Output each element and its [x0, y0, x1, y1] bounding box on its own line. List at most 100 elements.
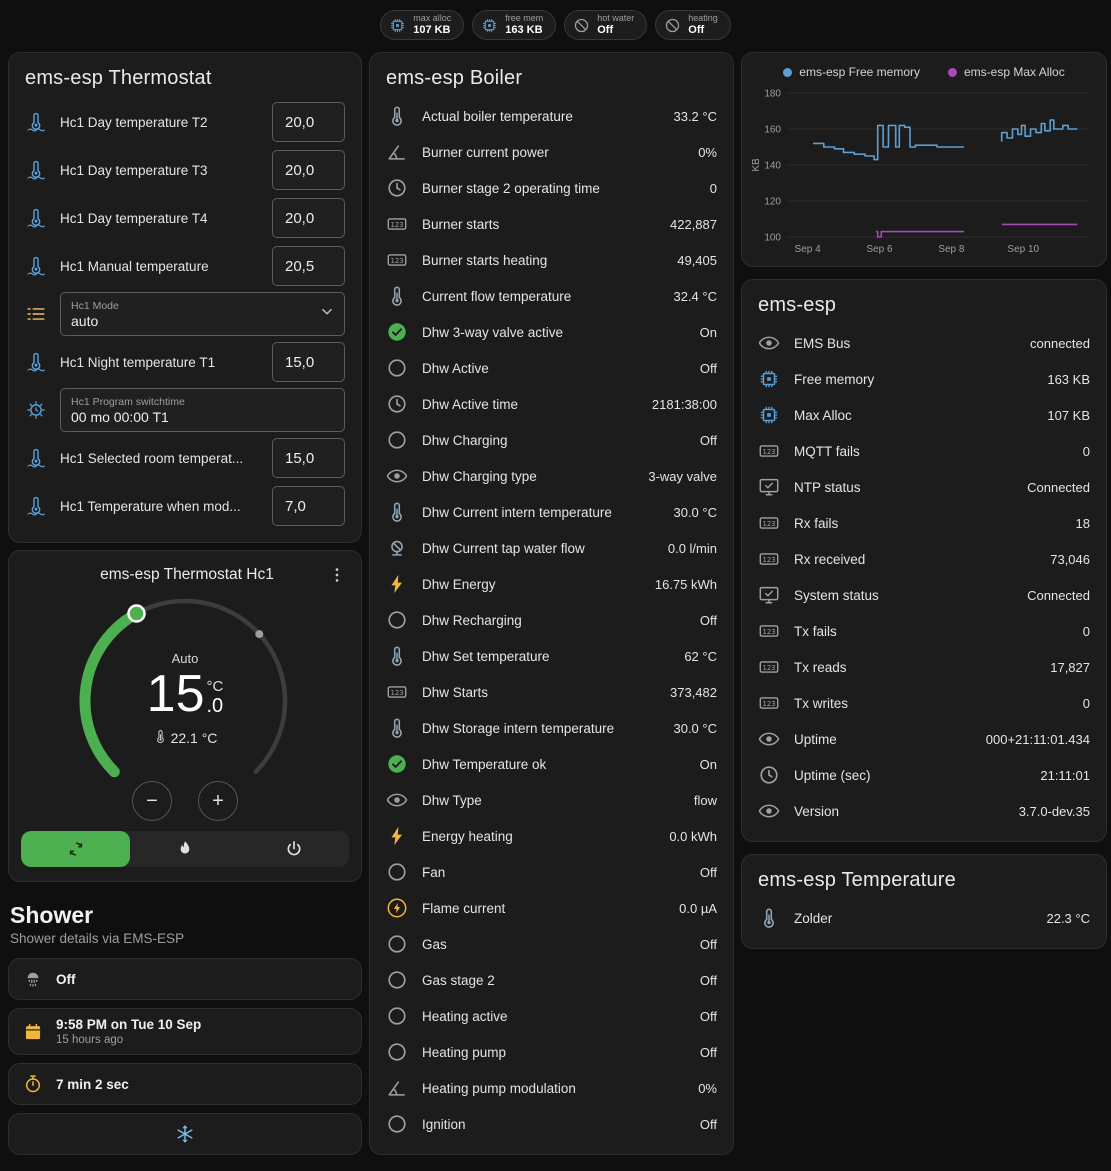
badge-hot-water[interactable]: hot water Off [564, 10, 647, 40]
dial-setpoint-handle[interactable] [129, 606, 145, 622]
entity-row[interactable]: 123 Rx fails 18 [758, 505, 1090, 541]
entity-label: Dhw Charging type [422, 469, 634, 484]
entity-row[interactable]: Max Alloc 107 KB [758, 397, 1090, 433]
entity-row[interactable]: Heating pump modulation 0% [386, 1070, 717, 1106]
entity-row[interactable]: Dhw Temperature ok On [386, 746, 717, 782]
badge-max-alloc[interactable]: max alloc 107 KB [380, 10, 464, 40]
entity-row[interactable]: Version 3.7.0-dev.35 [758, 793, 1090, 829]
entity-row[interactable]: Burner stage 2 operating time 0 [386, 170, 717, 206]
entity-row[interactable]: 123 Rx received 73,046 [758, 541, 1090, 577]
entity-row[interactable]: Current flow temperature 32.4 °C [386, 278, 717, 314]
thermostat-row: Hc1 Night temperature T1 15,0 [25, 338, 345, 386]
entity-row[interactable]: Uptime (sec) 21:11:01 [758, 757, 1090, 793]
target-temp-decimal: .0 [207, 695, 224, 717]
shower-card[interactable]: 9:58 PM on Tue 10 Sep 15 hours ago [8, 1008, 362, 1055]
hvac-mode-button-power[interactable] [240, 831, 349, 867]
increase-temp-button[interactable]: + [198, 781, 238, 821]
entity-label: Zolder [794, 911, 1032, 926]
entity-row[interactable]: Zolder 22.3 °C [758, 900, 1090, 936]
entity-row[interactable]: Burner current power 0% [386, 134, 717, 170]
decrease-temp-button[interactable]: − [132, 781, 172, 821]
entity-row[interactable]: Free memory 163 KB [758, 361, 1090, 397]
entity-row[interactable]: Flame current 0.0 µA [386, 890, 717, 926]
entity-row[interactable]: Actual boiler temperature 33.2 °C [386, 98, 717, 134]
thermostat-dial[interactable]: Auto 15 °C .0 22.1 °C [65, 589, 305, 821]
entity-value: 0 [1083, 696, 1090, 711]
entity-row[interactable]: Dhw Energy 16.75 kWh [386, 566, 717, 602]
text-input[interactable]: Hc1 Program switchtime 00 mo 00:00 T1 [60, 388, 345, 432]
temp-adjust-buttons: − + [65, 781, 305, 821]
svg-text:123: 123 [762, 664, 775, 672]
entity-row[interactable]: Heating pump Off [386, 1034, 717, 1070]
entity-row[interactable]: 123 Burner starts 422,887 [386, 206, 717, 242]
shower-card[interactable]: 7 min 2 sec [8, 1063, 362, 1105]
number-input[interactable]: 15,0 [272, 438, 345, 478]
number-input[interactable]: 20,0 [272, 198, 345, 238]
entity-row[interactable]: 123 Tx reads 17,827 [758, 649, 1090, 685]
shower-card[interactable] [8, 1113, 362, 1155]
number-input[interactable]: 20,0 [272, 102, 345, 142]
entity-row[interactable]: Dhw Charging Off [386, 422, 717, 458]
shower-card[interactable]: Off [8, 958, 362, 1000]
hvac-mode-button-auto-mode[interactable] [21, 831, 130, 867]
thermometer-icon [386, 645, 408, 667]
entity-row[interactable]: NTP status Connected [758, 469, 1090, 505]
entity-row[interactable]: System status Connected [758, 577, 1090, 613]
entity-row[interactable]: Gas Off [386, 926, 717, 962]
entity-row[interactable]: Energy heating 0.0 kWh [386, 818, 717, 854]
more-options-icon[interactable] [321, 563, 353, 587]
entity-row[interactable]: Dhw Set temperature 62 °C [386, 638, 717, 674]
entity-row[interactable]: Dhw Active Off [386, 350, 717, 386]
thermostat-row: Hc1 Manual temperature 20,5 [25, 242, 345, 290]
number-input[interactable]: 20,5 [272, 246, 345, 286]
entity-value: Off [700, 865, 717, 880]
entity-row[interactable]: Dhw Storage intern temperature 30.0 °C [386, 710, 717, 746]
entity-label: Ignition [422, 1117, 686, 1132]
entity-value: Connected [1027, 480, 1090, 495]
circle-icon [386, 933, 408, 955]
entity-row[interactable]: 123 Dhw Starts 373,482 [386, 674, 717, 710]
entity-row[interactable]: 123 Burner starts heating 49,405 [386, 242, 717, 278]
entity-row[interactable]: Dhw Type flow [386, 782, 717, 818]
badge-heating[interactable]: heating Off [655, 10, 731, 40]
flame-icon [175, 839, 195, 859]
right-column: ems-esp Free memory ems-esp Max Alloc 10… [741, 52, 1107, 949]
entity-value: Off [700, 1009, 717, 1024]
mode-select[interactable]: Hc1 Mode auto [60, 292, 345, 336]
calendar-icon [23, 1022, 43, 1042]
entity-label: Tx fails [794, 624, 1069, 639]
entity-row[interactable]: 123 Tx writes 0 [758, 685, 1090, 721]
number-input[interactable]: 15,0 [272, 342, 345, 382]
entity-row[interactable]: Dhw 3-way valve active On [386, 314, 717, 350]
list-icon [25, 303, 47, 325]
number-input[interactable]: 20,0 [272, 150, 345, 190]
number-input[interactable]: 7,0 [272, 486, 345, 526]
svg-text:120: 120 [764, 197, 781, 208]
entity-row[interactable]: Dhw Recharging Off [386, 602, 717, 638]
entity-value: 22.3 °C [1046, 911, 1090, 926]
entity-label: Heating pump modulation [422, 1081, 684, 1096]
svg-text:123: 123 [762, 520, 775, 528]
entity-row[interactable]: Dhw Charging type 3-way valve [386, 458, 717, 494]
entity-row[interactable]: 123 MQTT fails 0 [758, 433, 1090, 469]
entity-value: 0% [698, 145, 717, 160]
entity-row[interactable]: 123 Tx fails 0 [758, 613, 1090, 649]
heating-off-icon [664, 17, 681, 34]
badge-free-mem[interactable]: free mem 163 KB [472, 10, 556, 40]
circle-icon [386, 609, 408, 631]
entity-row[interactable]: Uptime 000+21:11:01.434 [758, 721, 1090, 757]
entity-label: Burner current power [422, 145, 684, 160]
entity-row[interactable]: Gas stage 2 Off [386, 962, 717, 998]
entity-row[interactable]: Ignition Off [386, 1106, 717, 1142]
entity-row[interactable]: Heating active Off [386, 998, 717, 1034]
entity-row[interactable]: Dhw Current tap water flow 0.0 l/min [386, 530, 717, 566]
entity-row[interactable]: Fan Off [386, 854, 717, 890]
entity-row[interactable]: Dhw Current intern temperature 30.0 °C [386, 494, 717, 530]
clock-icon [386, 177, 408, 199]
boiler-rows: Actual boiler temperature 33.2 °C Burner… [386, 98, 717, 1142]
entity-row[interactable]: Dhw Active time 2181:38:00 [386, 386, 717, 422]
row-label: Hc1 Selected room temperat... [60, 451, 259, 466]
svg-text:140: 140 [764, 161, 781, 172]
hvac-mode-button-flame[interactable] [130, 831, 239, 867]
entity-row[interactable]: EMS Bus connected [758, 325, 1090, 361]
